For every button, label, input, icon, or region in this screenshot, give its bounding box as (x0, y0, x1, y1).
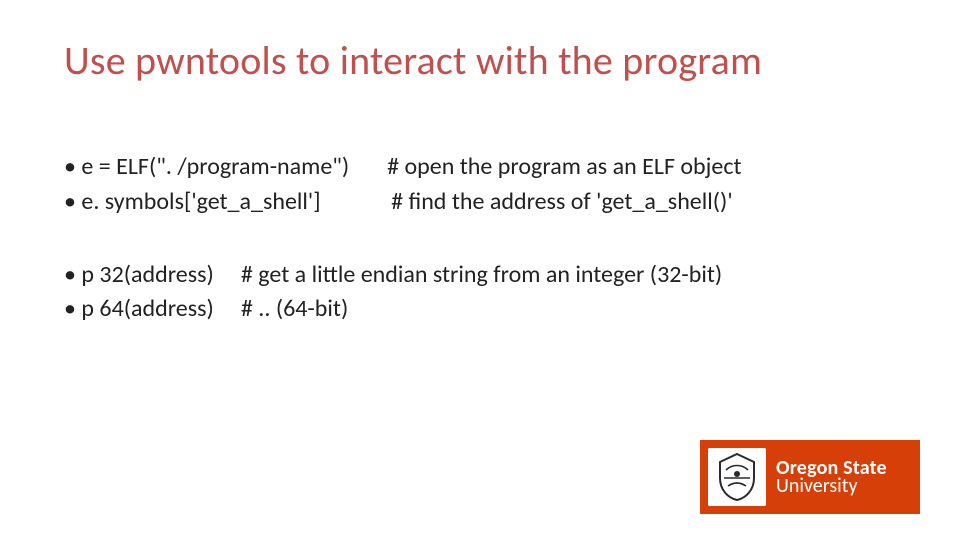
slide-body: • e = ELF(". /program-name") # open the … (64, 150, 742, 327)
slide: Use pwntools to interact with the progra… (0, 0, 960, 540)
osu-seal-icon (708, 448, 766, 506)
osu-logo-text: Oregon State University (776, 458, 887, 496)
bullet-1: • e = ELF(". /program-name") # open the … (64, 150, 742, 185)
spacer (64, 220, 742, 258)
bullet-4: • p 64(address) # .. (64-bit) (64, 292, 742, 327)
bullet-3: • p 32(address) # get a little endian st… (64, 258, 742, 293)
bullet-2: • e. symbols['get_a_shell'] # find the a… (64, 185, 742, 220)
osu-logo: Oregon State University (700, 440, 920, 514)
slide-title: Use pwntools to interact with the progra… (64, 36, 762, 85)
